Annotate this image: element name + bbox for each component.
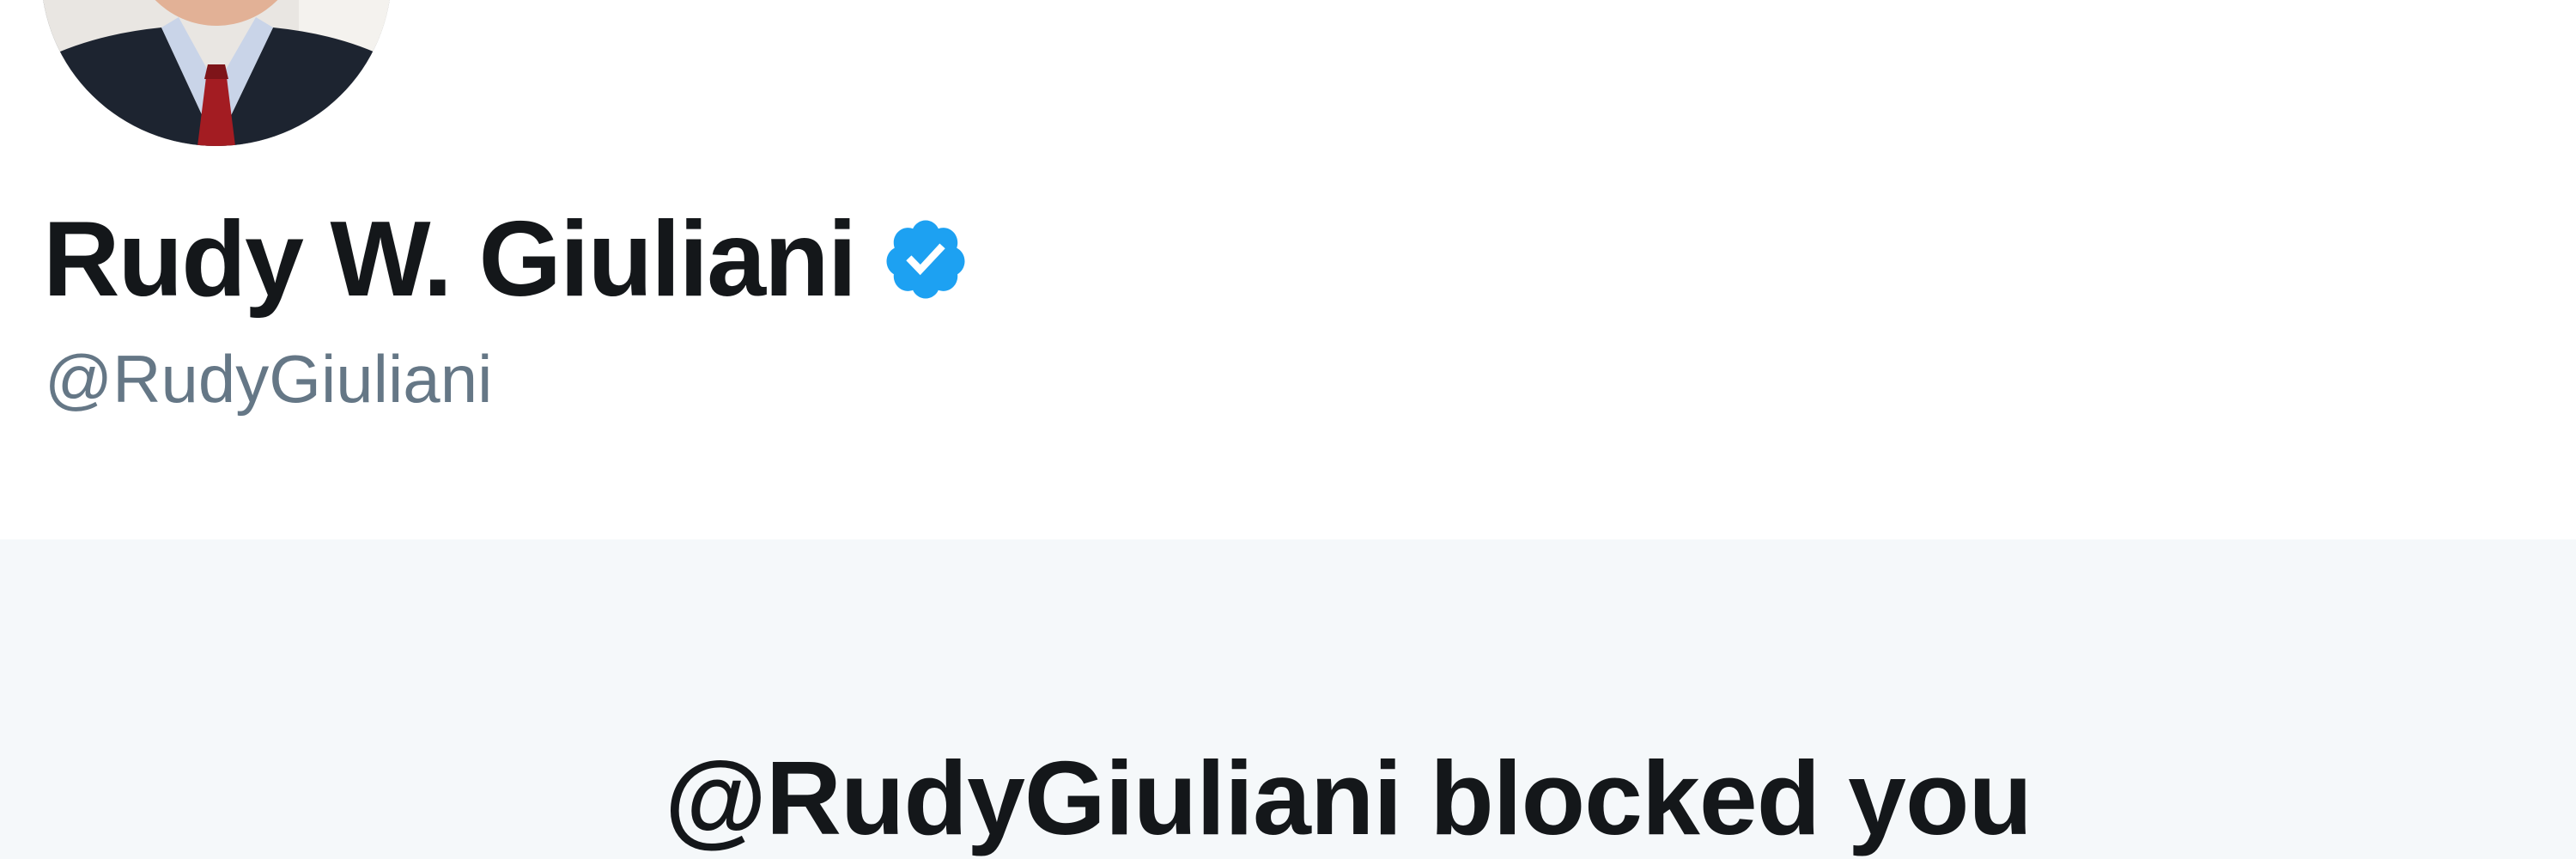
avatar-photo-icon — [41, 0, 392, 146]
blocked-notice-title: @RudyGiuliani blocked you — [664, 740, 2032, 856]
profile-header: Rudy W. Giuliani @RudyGiuliani — [0, 0, 2576, 539]
profile-display-name: Rudy W. Giuliani — [43, 200, 857, 319]
profile-handle: @RudyGiuliani — [45, 341, 493, 417]
blocked-notice-panel: @RudyGiuliani blocked you — [0, 539, 2576, 859]
verified-badge-icon — [881, 215, 970, 304]
profile-avatar[interactable] — [41, 0, 392, 146]
profile-name-row: Rudy W. Giuliani — [43, 199, 970, 320]
